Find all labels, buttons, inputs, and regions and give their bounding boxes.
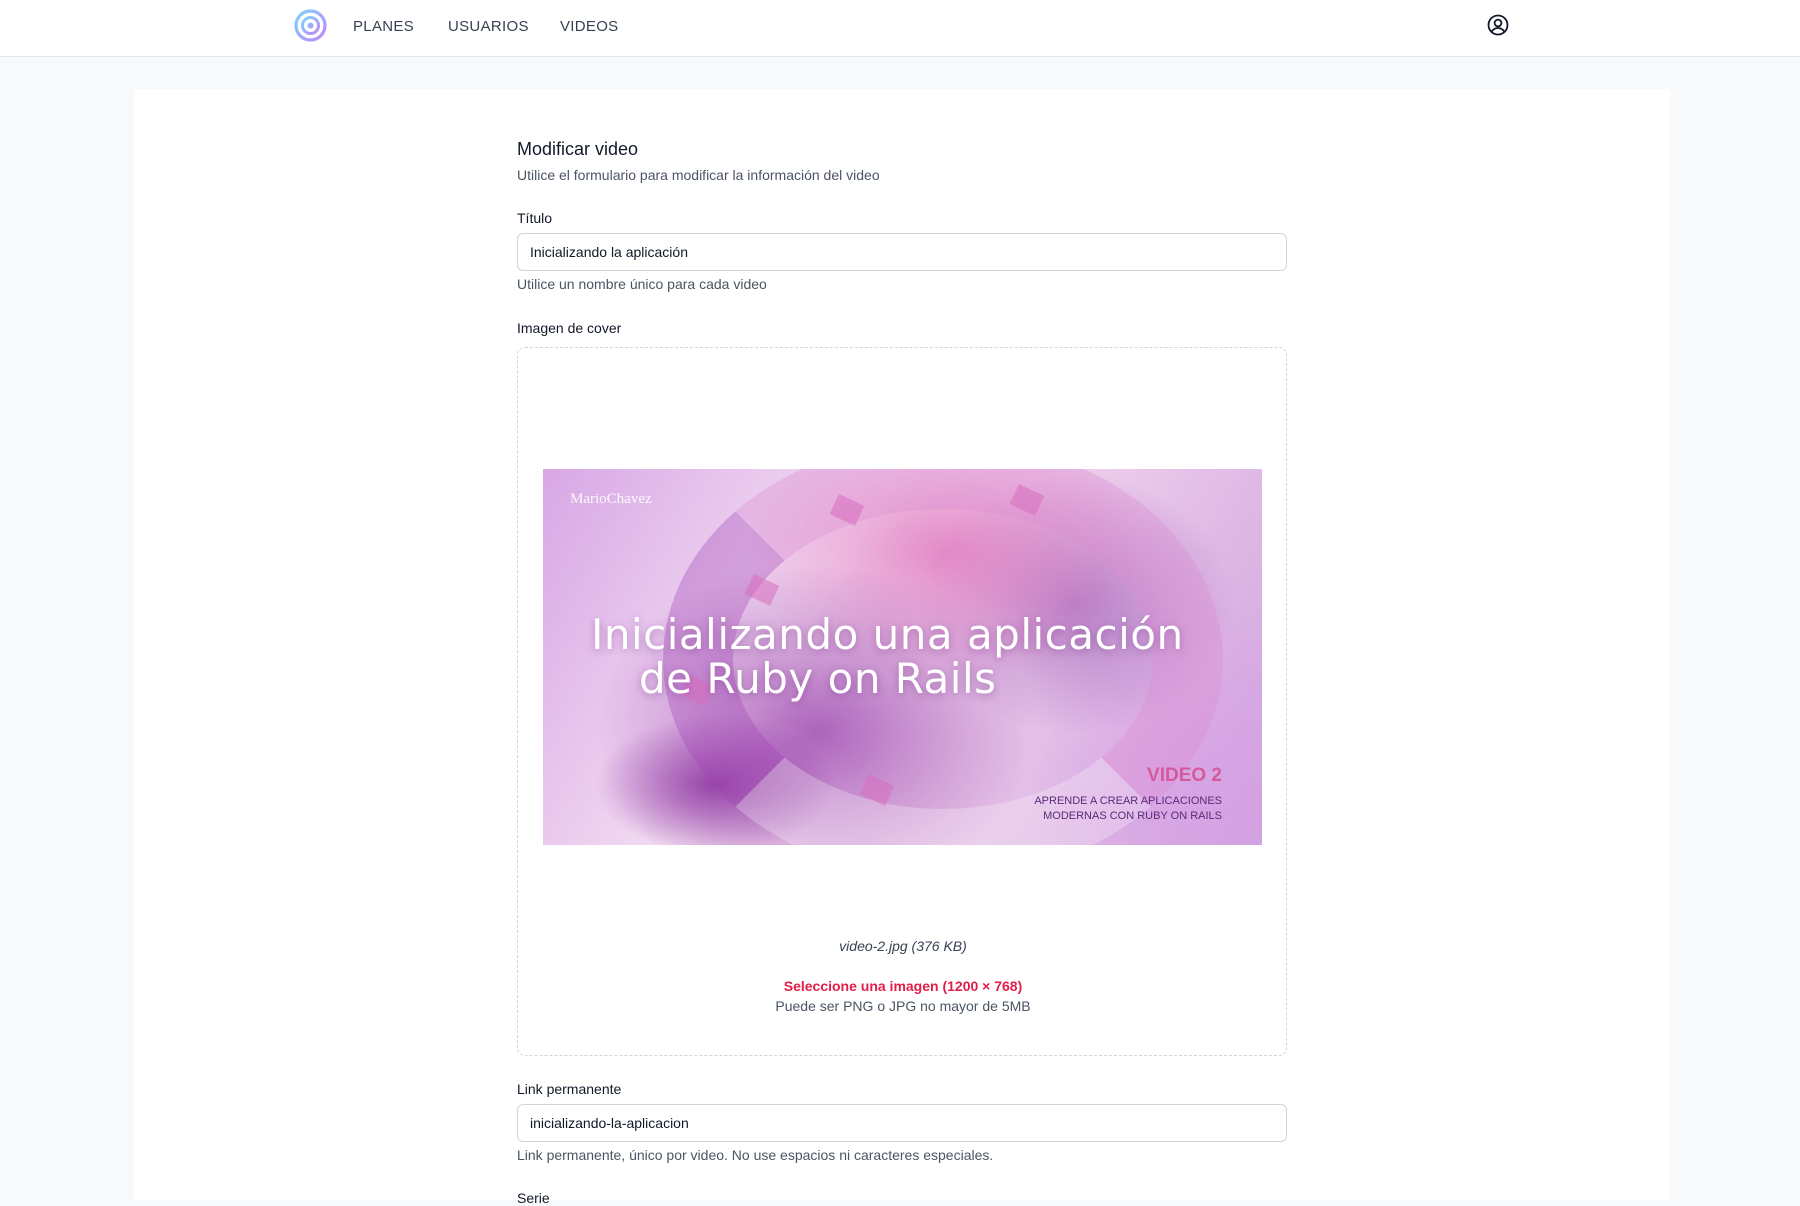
app-logo-icon[interactable] (294, 9, 327, 42)
cover-subtitle-line-1: APRENDE A CREAR APLICACIONES (1034, 795, 1222, 807)
user-account-icon[interactable] (1486, 13, 1510, 37)
title-input[interactable] (517, 233, 1287, 271)
title-help-text: Utilice un nombre único para cada video (517, 276, 767, 292)
page-title: Modificar video (517, 139, 639, 159)
top-navbar: PLANES USUARIOS VIDEOS (0, 0, 1800, 57)
permalink-field-label: Link permanente (517, 1081, 622, 1097)
nav-link-usuarios[interactable]: USUARIOS (448, 18, 529, 35)
cover-file-name: video-2.jpg (376 KB) (839, 938, 967, 954)
serie-field-label: Serie (517, 1190, 550, 1206)
cover-image-preview: MarioChavez Inicializando una aplicación… (543, 469, 1262, 845)
cover-brand-text: MarioChavez (570, 491, 652, 507)
permalink-input[interactable] (517, 1104, 1287, 1142)
cover-field-label: Imagen de cover (517, 320, 622, 336)
select-image-link[interactable]: Seleccione una imagen (1200 × 768) (518, 978, 1288, 994)
page-subtitle: Utilice el formulario para modificar la … (517, 167, 880, 183)
cover-title-line-1: Inicializando una aplicación (591, 610, 1184, 659)
cover-subtitle: APRENDE A CREAR APLICACIONES MODERNAS CO… (962, 794, 1222, 824)
nav-link-planes[interactable]: PLANES (353, 18, 414, 35)
cover-video-tag: VIDEO 2 (1147, 765, 1222, 786)
main-card: Modificar video Utilice el formulario pa… (134, 89, 1670, 1206)
title-field-label: Título (517, 210, 553, 226)
nav-link-videos[interactable]: VIDEOS (560, 18, 618, 35)
cover-image-dropzone[interactable]: MarioChavez Inicializando una aplicación… (517, 347, 1287, 1056)
permalink-help-text: Link permanente, único por video. No use… (517, 1147, 994, 1163)
cover-subtitle-line-2: MODERNAS CON RUBY ON RAILS (1043, 810, 1222, 822)
cover-title-line-2: de Ruby on Rails (639, 654, 997, 703)
select-image-hint: Puede ser PNG o JPG no mayor de 5MB (775, 998, 1031, 1014)
